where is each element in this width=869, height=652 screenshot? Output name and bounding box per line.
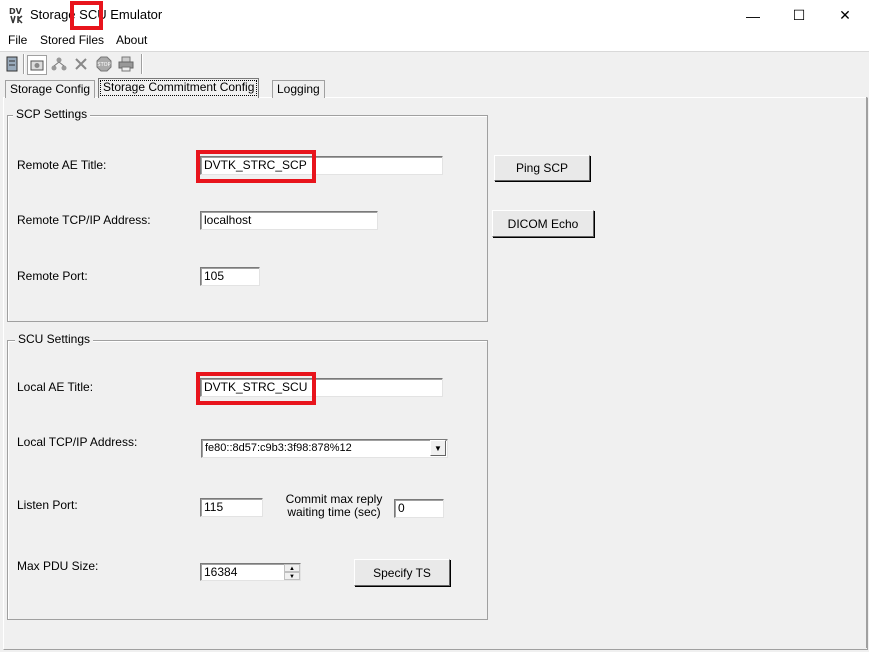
tab-storage-config[interactable]: Storage Config	[5, 80, 96, 98]
menu-file[interactable]: File	[8, 33, 27, 47]
title-scu-highlight-box	[70, 1, 103, 30]
stop-icon[interactable]: STOP	[95, 55, 113, 73]
svg-text:STOP: STOP	[97, 62, 110, 68]
minimize-icon: —	[746, 7, 760, 24]
minimize-button[interactable]: —	[730, 0, 776, 31]
dicom-echo-button[interactable]: DICOM Echo	[492, 210, 594, 237]
scp-settings-legend: SCP Settings	[13, 107, 91, 121]
app-logo-icon: DV	[9, 6, 25, 24]
toolbar-separator	[141, 54, 143, 74]
chevron-down-icon[interactable]: ▼	[430, 440, 446, 456]
local-ip-selected-value: fe80::8d57:c9b3:3f98:878%12	[205, 442, 352, 454]
close-button[interactable]: ✕	[822, 0, 868, 31]
menu-about[interactable]: About	[116, 33, 147, 47]
remote-ae-highlight-box	[196, 150, 316, 183]
remote-port-input[interactable]: 105	[200, 267, 260, 286]
toolbar-separator	[23, 54, 25, 74]
commit-wait-input[interactable]: 0	[394, 499, 444, 518]
remote-ip-input[interactable]: localhost	[200, 211, 378, 230]
spin-up-icon[interactable]: ▲	[284, 564, 300, 572]
scu-settings-legend: SCU Settings	[15, 332, 94, 346]
storage-db-icon[interactable]	[3, 55, 21, 73]
window-right-border	[866, 97, 867, 648]
local-ip-label: Local TCP/IP Address:	[17, 435, 138, 449]
maximize-icon: ☐	[792, 7, 806, 23]
commit-wait-label: Commit max reply waiting time (sec)	[279, 493, 389, 519]
local-ae-highlight-box	[196, 372, 316, 405]
max-pdu-label: Max PDU Size:	[17, 559, 99, 573]
specify-ts-button[interactable]: Specify TS	[354, 559, 450, 586]
menu-stored-files[interactable]: Stored Files	[40, 33, 104, 47]
tab-logging[interactable]: Logging	[272, 80, 325, 98]
listen-port-input[interactable]: 115	[200, 498, 263, 517]
ping-scp-button[interactable]: Ping SCP	[494, 155, 590, 181]
listen-port-label: Listen Port:	[17, 498, 78, 512]
remote-ip-label: Remote TCP/IP Address:	[17, 213, 151, 227]
maximize-button[interactable]: ☐	[776, 0, 822, 31]
svg-text:DV: DV	[9, 7, 23, 16]
remote-port-label: Remote Port:	[17, 269, 88, 283]
local-ae-label: Local AE Title:	[17, 380, 94, 394]
remote-ae-label: Remote AE Title:	[17, 158, 107, 172]
spin-down-icon[interactable]: ▼	[284, 572, 300, 580]
network-icon[interactable]	[50, 55, 68, 73]
close-x-icon[interactable]	[72, 55, 90, 73]
config-icon[interactable]	[27, 55, 47, 75]
local-ip-select[interactable]: fe80::8d57:c9b3:3f98:878%12	[201, 439, 448, 458]
max-pdu-spinner[interactable]: ▲ ▼	[284, 564, 300, 580]
commit-wait-label-line2: waiting time (sec)	[287, 505, 381, 519]
tab-storage-commitment-config[interactable]: Storage Commitment Config	[98, 78, 260, 98]
close-icon: ✕	[839, 7, 851, 23]
print-icon[interactable]	[117, 55, 135, 73]
